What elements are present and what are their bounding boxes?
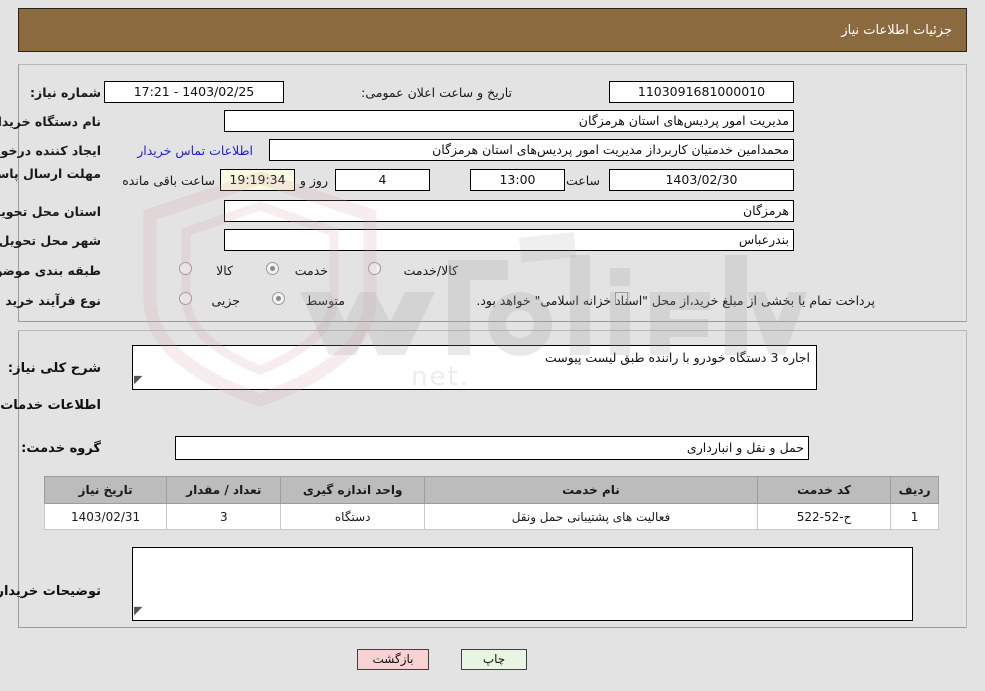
province-value: هرمزگان	[224, 200, 794, 222]
print-button[interactable]: چاپ	[461, 649, 527, 670]
deadline-days-suffix: روز و	[299, 173, 328, 188]
buyer-notes-label: توضیحات خریدار:	[0, 584, 101, 599]
page-title: جزئیات اطلاعات نیاز	[841, 22, 952, 38]
radio-category-kala-khedmat[interactable]	[368, 262, 381, 275]
col-service-name: نام خدمت	[423, 476, 759, 504]
general-desc-resize-grip[interactable]: ◥	[134, 373, 142, 386]
announce-datetime-value: 1403/02/25 - 17:21	[104, 81, 284, 103]
col-unit: واحد اندازه گیری	[280, 476, 425, 504]
col-quantity: تعداد / مقدار	[166, 476, 282, 504]
cell-service-name: فعالیت های پشتیبانی حمل ونقل	[423, 503, 759, 530]
service-group-label: گروه خدمت:	[21, 441, 101, 456]
province-label: استان محل تحویل:	[0, 204, 101, 219]
cell-quantity: 3	[166, 503, 282, 530]
col-radif: ردیف	[890, 476, 939, 504]
remaining-suffix-label: ساعت باقی مانده	[122, 173, 215, 188]
requester-value: محمدامین خدمتیان کاربرداز مدیریت امور پر…	[269, 139, 794, 161]
buyer-notes-resize-grip[interactable]: ◥	[134, 604, 142, 617]
deadline-date-value: 1403/02/30	[609, 169, 794, 191]
purchase-type-label: نوع فرآیند خرید :	[0, 293, 101, 308]
buyer-org-value: مدیریت امور پردیس‌های استان هرمزگان	[224, 110, 794, 132]
general-desc-label: شرح کلی نیاز:	[7, 361, 101, 376]
deadline-time-label: ساعت	[565, 173, 600, 188]
need-number-value: 1103091681000010	[609, 81, 794, 103]
services-section-heading: اطلاعات خدمات مورد نیاز	[0, 398, 101, 413]
remaining-clock-value: 19:19:34	[220, 169, 295, 191]
radio-category-kala[interactable]	[179, 262, 192, 275]
city-value: بندرعباس	[224, 229, 794, 251]
announce-datetime-label: تاریخ و ساعت اعلان عمومی:	[361, 85, 512, 100]
radio-category-khedmat-label: خدمت	[294, 263, 328, 278]
city-label: شهر محل تحویل:	[0, 233, 101, 248]
radio-purchase-jozi[interactable]	[179, 292, 192, 305]
radio-category-kala-label: کالا	[216, 263, 233, 278]
table-header-row: ردیف کد خدمت نام خدمت واحد اندازه گیری ت…	[43, 476, 939, 504]
cell-service-code: ح-52-522	[756, 503, 892, 530]
requester-label: ایجاد کننده درخواست:	[0, 143, 101, 158]
radio-category-khedmat[interactable]	[266, 262, 279, 275]
need-number-label: شماره نیاز:	[30, 85, 101, 100]
radio-category-kala-khedmat-label: کالا/خدمت	[403, 263, 458, 278]
buyer-org-label: نام دستگاه خریدار:	[0, 114, 101, 129]
back-button[interactable]: بازگشت	[357, 649, 429, 670]
cell-unit: دستگاه	[280, 503, 425, 530]
radio-purchase-motavaset-label: متوسط	[305, 293, 345, 308]
cell-radif: 1	[890, 503, 939, 530]
radio-purchase-jozi-label: جزیی	[211, 293, 240, 308]
buyer-notes-textarea[interactable]	[132, 547, 913, 621]
treasury-bond-label: پرداخت تمام یا بخشی از مبلغ خرید،از محل …	[476, 293, 875, 308]
deadline-time-value: 13:00	[470, 169, 565, 191]
page-root: .net جزئیات اطلاعات نیاز شماره نیاز: 110…	[0, 0, 985, 691]
buyer-contact-link[interactable]: اطلاعات تماس خریدار	[137, 143, 253, 158]
deadline-label: مهلت ارسال پاسخ: تا تاریخ:	[0, 166, 101, 181]
table-row: 1 ح-52-522 فعالیت های پشتیبانی حمل ونقل …	[43, 503, 939, 530]
services-table: ردیف کد خدمت نام خدمت واحد اندازه گیری ت…	[43, 476, 939, 530]
col-service-code: کد خدمت	[756, 476, 892, 504]
col-need-date: تاریخ نیاز	[43, 476, 168, 504]
general-desc-textarea[interactable]: اجاره 3 دستگاه خودرو با راننده طبق لیست …	[132, 345, 817, 390]
radio-purchase-motavaset[interactable]	[272, 292, 285, 305]
window-title-bar: جزئیات اطلاعات نیاز	[18, 8, 967, 52]
cell-need-date: 1403/02/31	[43, 503, 168, 530]
service-group-value: حمل و نقل و انبارداری	[175, 436, 809, 460]
deadline-days-value: 4	[335, 169, 430, 191]
category-label: طبقه بندی موضوعی:	[0, 263, 101, 278]
